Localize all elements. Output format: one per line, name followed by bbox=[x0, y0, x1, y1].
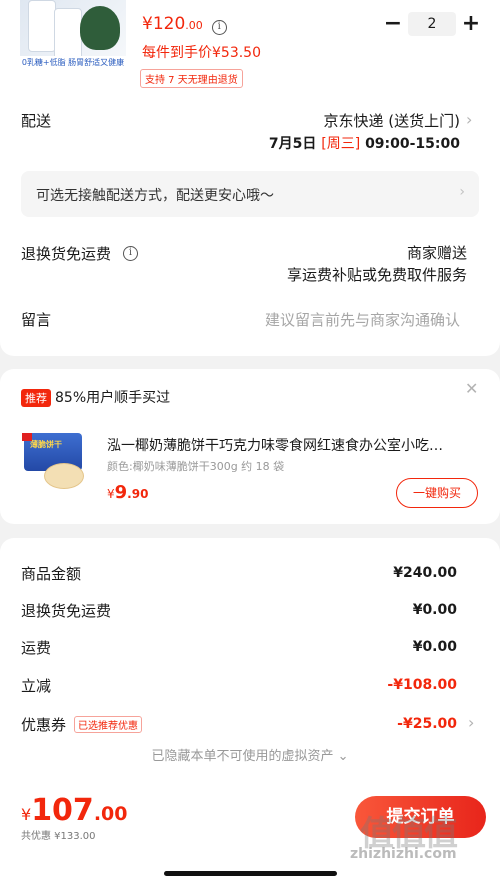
chevron-down-icon: ⌄ bbox=[337, 749, 349, 764]
hidden-assets-toggle[interactable]: 已隐藏本单不可使用的虚拟资产 ⌄ bbox=[0, 745, 500, 764]
order-total: ¥ 107 .00 bbox=[21, 793, 127, 828]
recommend-price: ¥ 9 .90 bbox=[107, 482, 148, 503]
summary-value-shipping: ¥0.00 bbox=[412, 639, 457, 655]
total-currency: ¥ bbox=[21, 805, 32, 824]
delivery-label: 配送 bbox=[21, 112, 52, 130]
brand-logo bbox=[22, 433, 32, 441]
product-box-image bbox=[28, 0, 56, 52]
recommend-title: 85%用户顺手买过 bbox=[55, 390, 171, 406]
recommend-price-int: 9 bbox=[114, 482, 128, 503]
close-icon[interactable]: ✕ bbox=[465, 379, 478, 398]
freight-insurance-text: 退换货免运费 bbox=[21, 245, 112, 263]
product-price: ¥120.00 i bbox=[142, 14, 227, 35]
coupon-row[interactable]: 优惠券 已选推荐优惠 bbox=[21, 714, 143, 735]
hidden-assets-text: 已隐藏本单不可使用的虚拟资产 bbox=[151, 749, 334, 764]
product-image[interactable]: 0乳糖+低脂 肠胃舒适又健康 bbox=[20, 0, 126, 70]
total-dec: .00 bbox=[93, 803, 128, 825]
product-image-caption: 0乳糖+低脂 肠胃舒适又健康 bbox=[20, 56, 126, 70]
message-input[interactable]: 建议留言前先与商家沟通确认 bbox=[265, 309, 460, 330]
summary-value-coupon[interactable]: -¥25.00 bbox=[397, 716, 457, 732]
chevron-right-icon[interactable]: › bbox=[466, 110, 472, 129]
order-card: 0乳糖+低脂 肠胃舒适又健康 ¥120.00 i 每件到手价¥53.50 支持 … bbox=[0, 0, 500, 356]
delivery-date: 7月5日 bbox=[268, 136, 317, 152]
recommend-product-image[interactable]: 薄脆饼干 bbox=[22, 433, 92, 493]
cow-graphic bbox=[80, 6, 120, 50]
summary-label-instant-discount: 立减 bbox=[21, 677, 52, 695]
recommend-product-name[interactable]: 泓一椰奶薄脆饼干巧克力味零食网红速食办公室小吃… bbox=[107, 435, 485, 455]
return-policy-tag: 支持 7 天无理由退货 bbox=[140, 69, 243, 88]
decrease-button[interactable]: − bbox=[380, 11, 406, 37]
product-box-image bbox=[54, 8, 82, 60]
delivery-time[interactable]: 7月5日 [周三] 09:00-15:00 bbox=[269, 133, 460, 153]
recommendation-card: 推荐 85%用户顺手买过 ✕ 薄脆饼干 泓一椰奶薄脆饼干巧克力味零食网红速食办公… bbox=[0, 369, 500, 524]
summary-label-coupon: 优惠券 bbox=[21, 716, 67, 734]
price-currency: ¥ bbox=[142, 14, 153, 34]
total-int: 107 bbox=[31, 793, 94, 828]
price-int: 120 bbox=[152, 14, 186, 34]
one-click-buy-button[interactable]: 一键购买 bbox=[396, 478, 478, 508]
increase-button[interactable]: + bbox=[458, 11, 484, 37]
summary-value-goods: ¥240.00 bbox=[393, 565, 457, 581]
message-label: 留言 bbox=[21, 311, 52, 329]
home-indicator[interactable] bbox=[164, 871, 337, 876]
watermark: 值值值 zhizhizhi.com bbox=[336, 806, 496, 862]
info-icon[interactable]: i bbox=[123, 246, 139, 261]
recommend-badge: 推荐 bbox=[21, 389, 51, 407]
summary-value-instant-discount: -¥108.00 bbox=[387, 677, 457, 693]
summary-value-freight-insurance: ¥0.00 bbox=[412, 602, 457, 618]
chevron-right-icon[interactable]: › bbox=[468, 713, 474, 732]
quantity-input[interactable]: 2 bbox=[408, 12, 456, 36]
delivery-timeslot: 09:00-15:00 bbox=[365, 136, 460, 152]
chevron-right-icon: › bbox=[459, 184, 465, 200]
info-icon[interactable]: i bbox=[211, 20, 227, 35]
price-dec: .00 bbox=[185, 19, 203, 32]
price-summary-card: 商品金额 ¥240.00 退换货免运费 ¥0.00 运费 ¥0.00 立减 -¥… bbox=[0, 538, 500, 798]
freight-insurance-value: 商家赠送 bbox=[406, 244, 467, 262]
package-label: 薄脆饼干 bbox=[30, 440, 62, 449]
contactless-delivery-option[interactable]: 可选无接触配送方式，配送更安心哦～ › bbox=[21, 171, 479, 217]
delivery-weekday: [周三] bbox=[321, 136, 361, 152]
watermark-url: zhizhizhi.com bbox=[350, 846, 457, 862]
coupon-tag: 已选推荐优惠 bbox=[74, 716, 143, 733]
freight-insurance-label: 退换货免运费 i bbox=[21, 243, 139, 264]
recommend-price-dec: .90 bbox=[127, 487, 149, 501]
recommend-product-spec: 颜色:椰奶味薄脆饼干300g 约 18 袋 bbox=[107, 460, 285, 473]
summary-label-shipping: 运费 bbox=[21, 639, 52, 657]
recommend-price-currency: ¥ bbox=[107, 487, 115, 501]
contactless-text: 可选无接触配送方式，配送更安心哦～ bbox=[36, 188, 274, 204]
summary-label-goods: 商品金额 bbox=[21, 565, 82, 583]
delivery-method[interactable]: 京东快递 (送货上门) bbox=[324, 110, 460, 131]
biscuit-graphic bbox=[44, 463, 84, 489]
total-discount: 共优惠 ¥133.00 bbox=[21, 831, 96, 842]
unit-price: 每件到手价¥53.50 bbox=[142, 45, 261, 61]
summary-label-freight-insurance: 退换货免运费 bbox=[21, 602, 112, 620]
quantity-stepper: − 2 + bbox=[380, 11, 485, 37]
freight-insurance-desc: 享运费补贴或免费取件服务 bbox=[286, 266, 467, 284]
